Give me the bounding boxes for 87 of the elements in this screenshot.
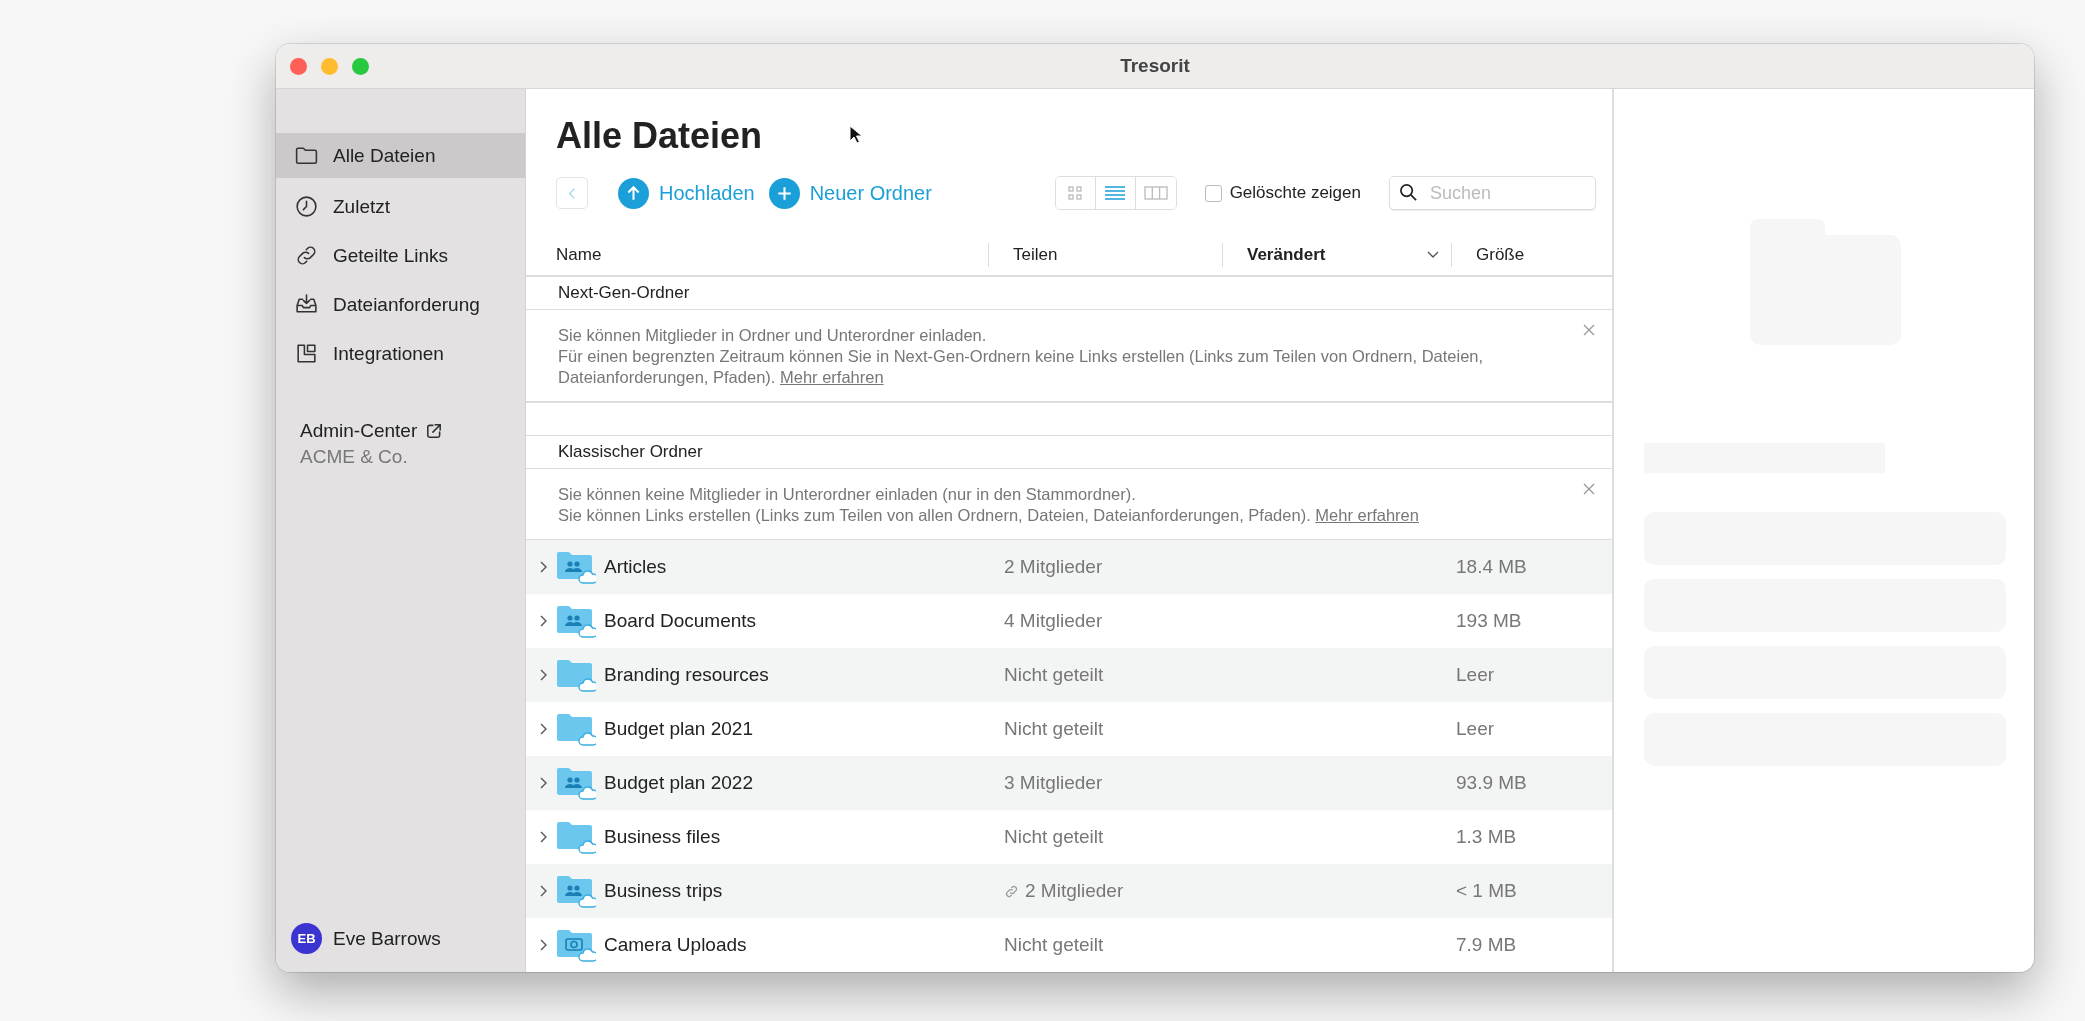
folder-size: 1.3 MB xyxy=(1456,826,1517,848)
sharing-status: 4 Mitglieder xyxy=(1004,610,1103,632)
folder-name: Branding resources xyxy=(604,664,770,686)
folder-row[interactable]: Articles 2 Mitglieder 18.4 MB xyxy=(526,540,1612,594)
folder-row[interactable]: Board Documents 4 Mitglieder 193 MB xyxy=(526,594,1612,648)
shared-folder-icon xyxy=(556,604,596,638)
sidebar-item[interactable]: Integrationen xyxy=(276,329,525,378)
folder-row[interactable]: Business trips 2 Mitglieder < 1 MB xyxy=(526,864,1612,918)
expand-chevron-icon[interactable] xyxy=(539,615,547,627)
sharing-status: 2 Mitglieder xyxy=(1004,556,1103,578)
sharing-status: 3 Mitglieder xyxy=(1004,772,1103,794)
minimize-button[interactable] xyxy=(321,57,338,75)
user-name: Eve Barrows xyxy=(333,927,441,950)
sidebar-item[interactable]: Alle Dateien xyxy=(276,133,525,178)
folder-name: Camera Uploads xyxy=(604,934,748,956)
close-icon[interactable] xyxy=(1583,483,1595,495)
sharing-status: Nicht geteilt xyxy=(1004,718,1104,740)
expand-chevron-icon[interactable] xyxy=(539,885,547,897)
list-icon xyxy=(1103,184,1128,202)
folder-row[interactable]: Business files Nicht geteilt 1.3 MB xyxy=(526,810,1612,864)
plus-icon xyxy=(768,177,800,209)
folder-row[interactable]: Camera Uploads Nicht geteilt 7.9 MB xyxy=(526,918,1612,972)
camera-folder-icon xyxy=(556,928,596,962)
sharing-status: Nicht geteilt xyxy=(1004,664,1104,686)
folder-row[interactable]: Budget plan 2022 3 Mitglieder 93.9 MB xyxy=(526,756,1612,810)
integrations-icon xyxy=(294,341,319,366)
section-header: Next-Gen-Ordner xyxy=(558,283,690,303)
folder-size: 18.4 MB xyxy=(1456,556,1527,578)
expand-chevron-icon[interactable] xyxy=(539,831,547,843)
company-name: ACME & Co. xyxy=(300,446,409,468)
sharing-status: Nicht geteilt xyxy=(1004,934,1104,956)
folder-row[interactable]: Budget plan 2021 Nicht geteilt Leer xyxy=(526,702,1612,756)
learn-more-link[interactable]: Mehr erfahren xyxy=(1315,506,1419,524)
sidebar-item[interactable]: Zuletzt xyxy=(276,182,525,231)
expand-chevron-icon[interactable] xyxy=(539,939,547,951)
notice-text: Sie können Mitglieder in Ordner und Unterordner einladen. Für einen begrenzten Zeitraum können Sie in Next-Gen-Ordnern keine Links erstellen (Links zum Teilen von Ordnern, Dateien, Dateianforderungen, Pfaden). Mehr erfahren xyxy=(558,325,1485,388)
expand-chevron-icon[interactable] xyxy=(539,669,547,681)
folder-name: Board Documents xyxy=(604,610,758,632)
expand-chevron-icon[interactable] xyxy=(539,561,547,573)
search-field[interactable]: Suchen xyxy=(1389,176,1596,210)
folder-row[interactable]: Branding resources Nicht geteilt Leer xyxy=(526,648,1612,702)
shared-folder-icon xyxy=(556,550,596,584)
folder-name: Business trips xyxy=(604,880,724,902)
close-button[interactable] xyxy=(290,57,307,75)
sidebar-item[interactable]: Dateianforderung xyxy=(276,280,525,329)
shared-folder-icon xyxy=(556,766,596,800)
folder-size: Leer xyxy=(1456,664,1495,686)
section-header: Klassischer Ordner xyxy=(558,442,703,462)
column-header[interactable]: Größe xyxy=(1452,243,1612,267)
shared-folder-icon xyxy=(556,874,596,908)
column-header[interactable]: Name xyxy=(526,243,989,267)
zoom-button[interactable] xyxy=(352,57,369,75)
show-deleted-checkbox[interactable]: Gelöschte zeigen xyxy=(1204,183,1361,203)
folder-icon xyxy=(556,820,596,854)
column-header[interactable]: Verändert xyxy=(1223,243,1452,267)
clock-icon xyxy=(294,194,319,219)
sharing-status: 2 Mitglieder xyxy=(1025,880,1124,902)
folder-size: 93.9 MB xyxy=(1456,772,1527,794)
sharing-status: Nicht geteilt xyxy=(1004,826,1104,848)
back-chevron-icon xyxy=(568,186,576,200)
window-title: Tresorit xyxy=(1120,55,1190,77)
folder-size: 193 MB xyxy=(1456,610,1522,632)
folder-name: Budget plan 2021 xyxy=(604,718,754,740)
folder-size: < 1 MB xyxy=(1456,880,1517,902)
learn-more-link[interactable]: Mehr erfahren xyxy=(780,368,884,386)
folder-size: 7.9 MB xyxy=(1456,934,1517,956)
sort-chevron-icon xyxy=(1427,251,1439,259)
expand-chevron-icon[interactable] xyxy=(539,777,547,789)
external-link-icon xyxy=(425,422,444,440)
user-avatar[interactable]: EB xyxy=(291,923,322,954)
notice-text: Sie können keine Mitglieder in Unterordner einladen (nur in den Stammordner). Sie können Links erstellen (Links zum Teilen von allen Ordnern, Dateien, Dateianforderungen, Pfaden). Mehr erfahren xyxy=(558,484,1420,526)
columns-icon xyxy=(1143,184,1168,202)
expand-chevron-icon[interactable] xyxy=(539,723,547,735)
folder-name: Business files xyxy=(604,826,722,848)
close-icon[interactable] xyxy=(1583,324,1595,336)
column-header[interactable]: Teilen xyxy=(989,243,1223,267)
mouse-cursor-icon xyxy=(849,125,863,145)
folder-icon xyxy=(556,712,596,746)
grid-view-button[interactable] xyxy=(1055,177,1096,209)
upload-icon xyxy=(618,177,649,209)
folder-name: Budget plan 2022 xyxy=(604,772,754,794)
page-title: Alle Dateien xyxy=(556,114,763,158)
sidebar-item[interactable]: Geteilte Links xyxy=(276,231,525,280)
folder-size: Leer xyxy=(1456,718,1495,740)
folder-name: Articles xyxy=(604,556,668,578)
folder-icon xyxy=(556,658,596,692)
admin-center-link[interactable]: Admin-Center xyxy=(300,420,418,442)
